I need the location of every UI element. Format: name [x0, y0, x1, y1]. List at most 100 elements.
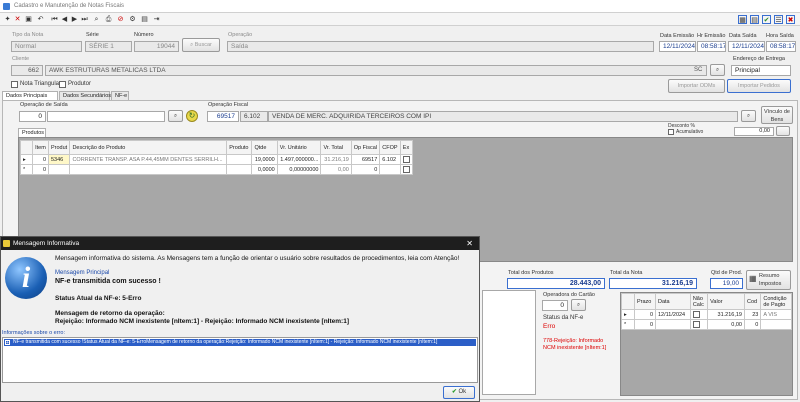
- cell-prazo[interactable]: 0: [634, 319, 656, 330]
- col-data[interactable]: Data: [655, 293, 691, 310]
- search-icon[interactable]: ⌕: [92, 15, 101, 24]
- close-icon[interactable]: ✖: [786, 15, 795, 24]
- endereco-select[interactable]: Principal: [731, 65, 791, 76]
- cancel-icon[interactable]: ⊘: [116, 15, 125, 24]
- data-saida-field[interactable]: 12/11/2024: [728, 41, 765, 52]
- vinculo-bens-button[interactable]: Vínculo de Bens: [761, 106, 793, 124]
- col-op-fiscal[interactable]: Op Fiscal: [350, 140, 381, 155]
- cell-valor[interactable]: 31.216,19: [707, 309, 745, 320]
- operacao-saida-code[interactable]: 0: [19, 111, 46, 122]
- table-row[interactable]: * 0 0,00 0: [621, 319, 792, 330]
- col-produto[interactable]: Produto: [226, 140, 253, 155]
- nao-calc-checkbox[interactable]: [692, 321, 700, 328]
- numero-field[interactable]: 19044: [134, 41, 179, 52]
- data-emissao-field[interactable]: 12/11/2024: [659, 41, 696, 52]
- cell-vr-unitario[interactable]: 0,00000000: [276, 164, 322, 175]
- cell-descricao[interactable]: CORRENTE TRANSP. ASA P.44,45MM DENTES SE…: [69, 154, 228, 165]
- cell-qtde[interactable]: 0,0000: [251, 164, 278, 175]
- cell-nao-calc[interactable]: [689, 319, 709, 330]
- nota-triangular-checkbox[interactable]: [11, 81, 18, 88]
- operacao-saida-search-button[interactable]: ⌕: [168, 110, 183, 122]
- operacao-saida-desc[interactable]: [47, 111, 165, 122]
- check-icon[interactable]: ✔: [762, 15, 771, 24]
- cell-produto[interactable]: [226, 164, 253, 175]
- error-info-list[interactable]: + NF-e transmitida com sucesso !Status A…: [2, 337, 478, 383]
- serie-select[interactable]: SÉRIE 1: [85, 41, 132, 52]
- cell-cfop[interactable]: 6.102: [379, 154, 401, 165]
- desconto-apply-button[interactable]: [776, 126, 790, 136]
- next-icon[interactable]: ▶: [70, 15, 79, 24]
- ok-button[interactable]: ✔ Ok: [443, 386, 475, 399]
- operadora-search-button[interactable]: ⌕: [571, 299, 586, 311]
- cliente-name-field[interactable]: AWK ESTRUTURAS METALICAS LTDA: [45, 65, 707, 76]
- undo-icon[interactable]: ↶: [36, 15, 45, 24]
- operacao-fiscal-search-button[interactable]: ⌕: [741, 110, 756, 122]
- resumo-impostos-button[interactable]: ▦ Resumo Impostos: [746, 270, 791, 290]
- refresh-icon[interactable]: ↻: [186, 110, 198, 122]
- exit-icon[interactable]: ⇥: [152, 15, 161, 24]
- error-info-item[interactable]: + NF-e transmitida com sucesso !Status A…: [4, 339, 476, 346]
- nao-calc-checkbox[interactable]: [692, 311, 700, 318]
- doc-icon[interactable]: ▤: [140, 15, 149, 24]
- col-vr-total[interactable]: Vr. Total: [320, 140, 352, 155]
- table-row[interactable]: ▸ 0 12/11/2024 31.216,19 23 A VIS: [621, 309, 792, 320]
- cell-ex[interactable]: [399, 164, 414, 175]
- tab-dados-secundarios[interactable]: Dados Secundários: [59, 91, 111, 100]
- hora-saida-field[interactable]: 08:58:17: [766, 41, 796, 52]
- calendar-icon[interactable]: ▦: [738, 15, 747, 24]
- col-condicao[interactable]: Condição de Pagto: [760, 293, 792, 310]
- cell-ex[interactable]: [399, 154, 414, 165]
- table-row[interactable]: ▸ 0 5346 CORRENTE TRANSP. ASA P.44,45MM …: [19, 154, 414, 165]
- col-ex[interactable]: Ex: [399, 140, 414, 155]
- desconto-field[interactable]: 0,00: [734, 127, 774, 136]
- acumulativo-checkbox[interactable]: [668, 129, 674, 135]
- cell-item[interactable]: 0: [32, 164, 49, 175]
- list-icon[interactable]: ☰: [774, 15, 783, 24]
- hr-emissao-field[interactable]: 08:58:17: [697, 41, 726, 52]
- new-icon[interactable]: ✦: [3, 15, 12, 24]
- cell-item[interactable]: 0: [32, 154, 49, 165]
- cell-condicao[interactable]: A VIS: [760, 309, 792, 320]
- cell-op-fiscal[interactable]: 0: [350, 164, 381, 175]
- col-qtde[interactable]: Qtde: [251, 140, 278, 155]
- delete-icon[interactable]: ✕: [13, 15, 22, 24]
- operacao-fiscal-code[interactable]: 69517: [207, 111, 239, 122]
- table-row[interactable]: * 0 0,0000 0,00000000 0,00 0: [19, 164, 414, 175]
- cell-valor[interactable]: 0,00: [707, 319, 745, 330]
- cliente-code-field[interactable]: 662: [11, 65, 43, 76]
- cell-nao-calc[interactable]: [689, 309, 709, 320]
- cell-vr-unitario[interactable]: 1.497,000000...: [276, 154, 322, 165]
- save-icon[interactable]: ▣: [24, 15, 33, 24]
- tool-icon[interactable]: ⚙: [128, 15, 137, 24]
- operacao-select[interactable]: Saída: [227, 41, 654, 52]
- importar-pedidos-button[interactable]: Importar Pedidos: [727, 79, 791, 93]
- cell-produt[interactable]: [47, 164, 71, 175]
- first-icon[interactable]: ⏮: [50, 15, 59, 24]
- col-item[interactable]: Item: [32, 140, 49, 155]
- expand-icon[interactable]: +: [5, 340, 10, 346]
- last-icon[interactable]: ⏭: [80, 15, 89, 24]
- col-cod[interactable]: Cod: [743, 293, 762, 310]
- col-nao-calc[interactable]: Não Calc: [689, 293, 709, 310]
- cliente-search-button[interactable]: ⌕: [710, 64, 725, 76]
- buscar-button[interactable]: ⌕ Buscar: [182, 38, 220, 52]
- produtor-checkbox[interactable]: [59, 81, 66, 88]
- importar-odms-button[interactable]: Importar ODMs: [668, 79, 725, 93]
- cell-cod[interactable]: 0: [743, 319, 762, 330]
- tab-nfe[interactable]: NF-e: [111, 91, 129, 100]
- cell-cfop[interactable]: [379, 164, 401, 175]
- cell-produto[interactable]: [226, 154, 253, 165]
- col-descricao[interactable]: Descrição do Produto: [69, 140, 228, 155]
- cell-qtde[interactable]: 19,0000: [251, 154, 278, 165]
- close-icon[interactable]: ✕: [466, 237, 473, 250]
- print-icon[interactable]: ⎙: [104, 15, 113, 24]
- prev-icon[interactable]: ◀: [60, 15, 69, 24]
- tipo-nota-select[interactable]: Normal: [11, 41, 82, 52]
- report-icon[interactable]: ▤: [750, 15, 759, 24]
- cell-op-fiscal[interactable]: 69517: [350, 154, 381, 165]
- col-prazo[interactable]: Prazo: [634, 293, 656, 310]
- cell-data[interactable]: 12/11/2024: [655, 309, 691, 320]
- cell-condicao[interactable]: [760, 319, 792, 330]
- col-vr-unitario[interactable]: Vr. Unitário: [276, 140, 322, 155]
- cell-descricao[interactable]: [69, 164, 228, 175]
